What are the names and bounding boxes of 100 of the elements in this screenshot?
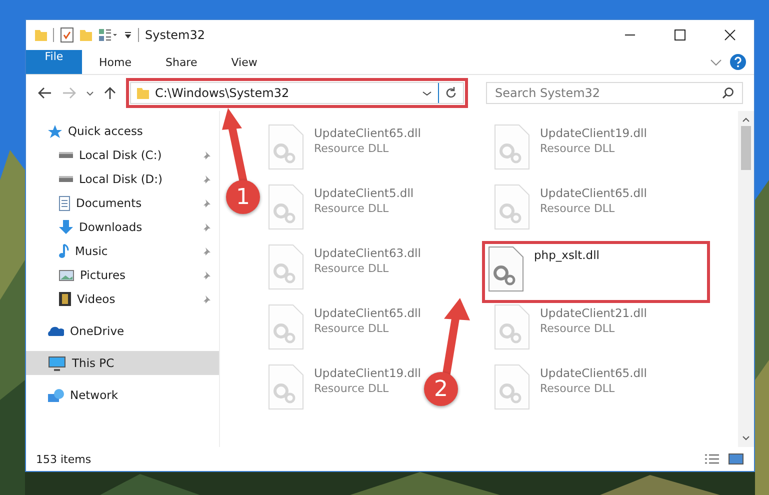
nav-label: Documents (76, 196, 143, 210)
file-item[interactable]: UpdateClient19.dll Resource DLL (490, 121, 651, 181)
ribbon-tab[interactable]: Home (82, 50, 148, 74)
file-item[interactable]: UpdateClient19.dll Resource DLL (264, 361, 425, 421)
scrollbar[interactable] (738, 111, 754, 447)
nav-label: This PC (72, 356, 116, 370)
nav-item[interactable]: Videos (26, 287, 219, 311)
nav-label: Local Disk (D:) (79, 172, 164, 186)
help-icon[interactable] (730, 54, 746, 70)
nav-item[interactable]: Pictures (26, 263, 219, 287)
file-type: Resource DLL (314, 322, 390, 335)
pin-icon[interactable] (202, 174, 211, 184)
dll-file-icon (268, 244, 304, 290)
nav-item[interactable]: Downloads (26, 215, 219, 239)
nav-label: Local Disk (C:) (79, 148, 163, 162)
ribbon-tab[interactable]: Share (148, 50, 214, 74)
film-icon (59, 292, 71, 306)
pin-icon[interactable] (202, 198, 211, 208)
file-name: UpdateClient19.dll (314, 366, 421, 380)
file-name: UpdateClient65.dll (540, 366, 647, 380)
nav-label: Downloads (79, 220, 144, 234)
file-name: UpdateClient21.dll (540, 306, 647, 320)
file-name: UpdateClient19.dll (540, 126, 647, 140)
dropdown-caret-icon[interactable] (422, 90, 432, 96)
dll-file-icon (268, 184, 304, 230)
file-type: Resource DLL (540, 322, 616, 335)
pin-icon[interactable] (202, 270, 211, 280)
file-item[interactable]: UpdateClient65.dll Resource DLL (264, 301, 425, 361)
expand-ribbon-icon[interactable] (710, 58, 722, 66)
scroll-up-icon[interactable] (742, 117, 750, 122)
network-icon (48, 388, 64, 402)
nav-item[interactable]: Quick access (26, 119, 219, 143)
dll-file-icon (268, 304, 304, 350)
file-type: Resource DLL (540, 202, 616, 215)
close-icon[interactable] (724, 29, 736, 41)
file-name: UpdateClient65.dll (540, 186, 647, 200)
file-item[interactable]: UpdateClient65.dll Resource DLL (490, 361, 651, 421)
pin-icon[interactable] (202, 222, 211, 232)
item-count: 153 items (36, 452, 92, 466)
nav-label: Music (75, 244, 109, 258)
file-item[interactable]: php_xslt.dll (484, 243, 708, 301)
file-name: UpdateClient63.dll (314, 246, 421, 260)
file-item[interactable]: UpdateClient65.dll Resource DLL (264, 121, 425, 181)
back-arrow-icon[interactable] (38, 87, 52, 99)
dll-file-icon (494, 304, 530, 350)
dll-file-icon (494, 364, 530, 410)
dll-file-icon (268, 124, 304, 170)
file-name: UpdateClient65.dll (314, 126, 421, 140)
recent-caret-icon[interactable] (86, 90, 94, 96)
dll-file-icon (494, 184, 530, 230)
file-menu-button[interactable]: File (26, 50, 82, 74)
large-icons-view-icon[interactable] (728, 453, 744, 465)
maximize-icon[interactable] (674, 29, 686, 41)
view-icon[interactable] (98, 28, 118, 42)
dll-file-icon (494, 124, 530, 170)
nav-label: Quick access (68, 124, 144, 138)
music-note-icon (59, 244, 69, 258)
window-title: System32 (145, 28, 206, 42)
file-item[interactable]: UpdateClient65.dll Resource DLL (490, 181, 651, 241)
scroll-down-icon[interactable] (742, 436, 750, 441)
address-path: C:\Windows\System32 (155, 86, 290, 100)
customize-caret-icon[interactable] (124, 32, 132, 38)
nav-item[interactable]: This PC (26, 351, 219, 375)
file-type: Resource DLL (314, 382, 390, 395)
scroll-thumb[interactable] (741, 126, 751, 170)
file-item[interactable]: UpdateClient5.dll Resource DLL (264, 181, 418, 241)
pin-icon[interactable] (202, 150, 211, 160)
up-arrow-icon[interactable] (104, 86, 116, 100)
nav-item[interactable]: Network (26, 383, 219, 407)
nav-label: OneDrive (70, 324, 126, 338)
pin-icon[interactable] (202, 246, 211, 256)
file-item[interactable]: UpdateClient63.dll Resource DLL (264, 241, 425, 301)
ribbon-tab[interactable]: View (214, 50, 274, 74)
nav-item[interactable]: Local Disk (C:) (26, 143, 219, 167)
monitor-icon (48, 356, 66, 370)
search-field[interactable]: Search System32 (486, 82, 743, 104)
star-icon (48, 124, 62, 138)
file-type: Resource DLL (314, 262, 390, 275)
drive-icon (59, 152, 73, 158)
nav-item[interactable]: Documents (26, 191, 219, 215)
file-type: Resource DLL (314, 142, 390, 155)
pin-icon[interactable] (202, 294, 211, 304)
file-type: Resource DLL (540, 142, 616, 155)
file-name: UpdateClient5.dll (314, 186, 414, 200)
folder-icon (137, 88, 149, 98)
properties-icon[interactable] (60, 27, 74, 43)
file-name: php_xslt.dll (534, 248, 600, 262)
file-item[interactable]: UpdateClient21.dll Resource DLL (490, 301, 651, 361)
file-type: Resource DLL (540, 382, 616, 395)
nav-item[interactable]: Local Disk (D:) (26, 167, 219, 191)
nav-item[interactable]: OneDrive (26, 319, 219, 343)
download-arrow-icon (59, 220, 73, 234)
refresh-icon[interactable] (445, 87, 457, 99)
nav-item[interactable]: Music (26, 239, 219, 263)
nav-label: Network (70, 388, 120, 402)
details-view-icon[interactable] (704, 454, 720, 464)
dll-file-icon (268, 364, 304, 410)
minimize-icon[interactable] (624, 34, 636, 36)
file-name: UpdateClient65.dll (314, 306, 421, 320)
drive-icon (59, 176, 73, 182)
